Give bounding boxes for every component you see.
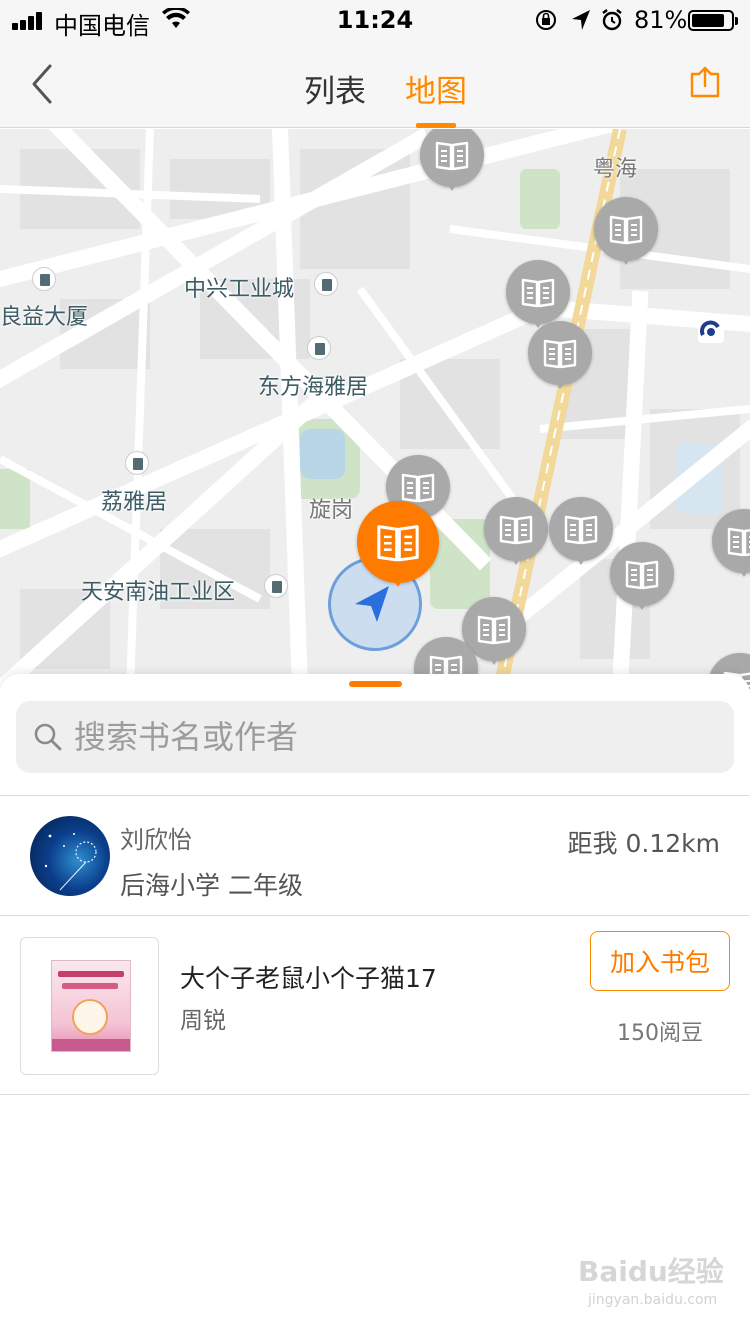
sheet-drag-handle[interactable] — [349, 681, 402, 687]
building-icon — [314, 272, 338, 296]
map-label-liya: 荔雅居 — [101, 490, 168, 515]
book-icon — [401, 473, 435, 503]
map-label-tianan: 天安南油工业区 — [81, 580, 236, 605]
map-label-xuangang: 旋岗 — [309, 498, 354, 523]
book-author: 周锐 — [180, 1008, 226, 1034]
book-pin[interactable] — [528, 321, 592, 389]
book-title: 大个子老鼠小个子猫17 — [180, 964, 437, 993]
user-school: 后海小学 二年级 — [120, 871, 303, 900]
book-pin[interactable] — [420, 129, 484, 191]
book-icon — [609, 215, 643, 245]
book-row[interactable]: 大个子老鼠小个子猫17 周锐 加入书包 150阅豆 — [0, 915, 750, 1095]
book-icon — [625, 560, 659, 590]
map-label-dongfang: 东方海雅居 — [258, 375, 369, 400]
building-icon — [32, 267, 56, 291]
location-arrow-icon — [572, 10, 590, 30]
map-label-zhongxing: 中兴工业城 — [184, 277, 295, 302]
nav-bar: 列表 地图 — [0, 40, 750, 128]
search-icon — [34, 723, 62, 751]
book-pin[interactable] — [712, 509, 750, 577]
book-pin[interactable] — [506, 260, 570, 328]
avatar — [30, 816, 110, 896]
map-label-liangyi: 良益大厦 — [0, 305, 89, 330]
book-icon — [435, 141, 469, 171]
watermark-url: jingyan.baidu.com — [588, 1292, 718, 1308]
book-icon — [477, 615, 511, 645]
building-icon — [264, 574, 288, 598]
book-pin[interactable] — [594, 197, 658, 265]
metro-icon — [698, 317, 724, 343]
divider — [0, 1094, 750, 1095]
share-button[interactable] — [688, 64, 722, 100]
user-distance: 距我 0.12km — [567, 829, 720, 858]
selected-book-pin[interactable] — [357, 501, 439, 587]
tab-map[interactable]: 地图 — [405, 66, 467, 111]
user-row[interactable]: 刘欣怡 后海小学 二年级 距我 0.12km — [0, 796, 750, 914]
add-to-bag-button[interactable]: 加入书包 — [590, 931, 730, 991]
book-price: 150阅豆 — [617, 1021, 703, 1046]
battery-percent: 81% — [634, 6, 688, 34]
book-icon — [727, 527, 750, 557]
book-icon — [543, 339, 577, 369]
map-label-yuehai: 粤海 — [593, 157, 638, 182]
back-button[interactable] — [26, 62, 58, 106]
watermark: Baidu经验 — [578, 1255, 724, 1288]
map-view[interactable]: 粤海 良益大厦 中兴工业城 东方海雅居 荔雅居 旋岗 天安南油工业区 — [0, 129, 750, 689]
book-pin[interactable] — [484, 497, 548, 565]
book-cover[interactable] — [20, 937, 159, 1075]
book-icon — [564, 515, 598, 545]
status-bar: 中国电信 11:24 81% — [0, 0, 750, 40]
building-icon — [125, 451, 149, 475]
bottom-sheet: 刘欣怡 后海小学 二年级 距我 0.12km 大个子老鼠小个子猫17 周锐 加入… — [0, 674, 750, 1334]
alarm-icon — [602, 9, 622, 31]
book-icon — [499, 515, 533, 545]
active-tab-indicator — [416, 123, 456, 128]
book-pin[interactable] — [610, 542, 674, 610]
search-bar[interactable] — [16, 701, 734, 773]
book-icon — [521, 278, 555, 308]
user-name: 刘欣怡 — [120, 826, 192, 854]
rotation-lock-icon — [536, 10, 556, 30]
book-pin[interactable] — [549, 497, 613, 565]
search-input[interactable] — [74, 713, 714, 761]
building-icon — [307, 336, 331, 360]
tab-list[interactable]: 列表 — [304, 66, 366, 111]
battery-icon — [688, 10, 738, 31]
book-icon — [377, 525, 419, 562]
